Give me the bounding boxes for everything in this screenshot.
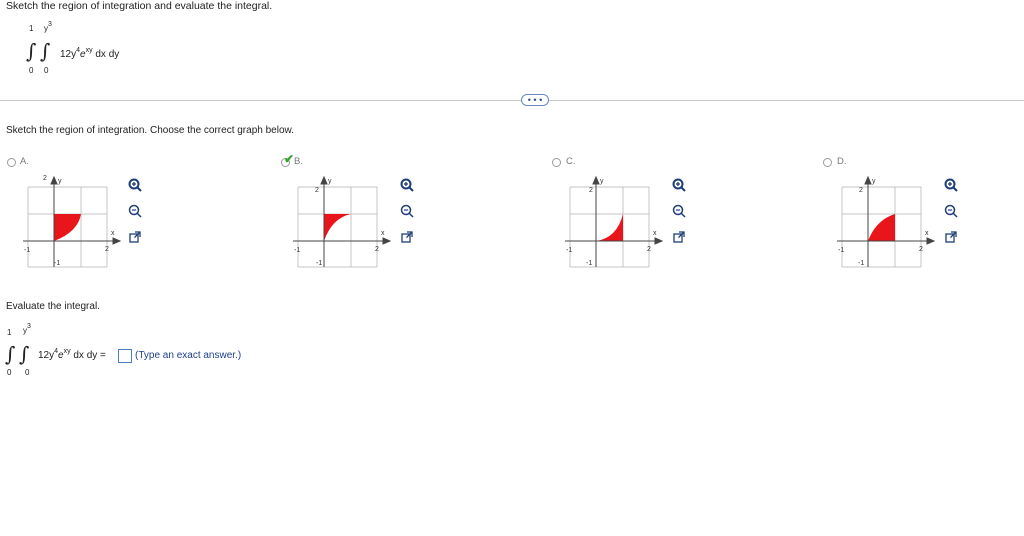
outer-lower-limit: 0 (7, 368, 12, 377)
external-link-icon[interactable] (670, 228, 688, 246)
y-axis-label: y (328, 178, 332, 185)
y-axis-label: y (872, 178, 876, 185)
check-icon: ✔ (284, 152, 295, 166)
neg-x-label: -1 (24, 247, 30, 254)
neg-x-label: -1 (838, 247, 844, 254)
question-integral: 1 y3 ∫ ∫ 0 0 12y4exy dx dy (24, 20, 164, 80)
part1-instruction: Sketch the region of integration. Choose… (6, 125, 294, 136)
option-d-label[interactable]: D. (837, 156, 847, 167)
inner-integral-sign: ∫ (40, 39, 51, 63)
answer-input[interactable] (118, 349, 132, 363)
outer-integral-sign: ∫ (5, 342, 16, 366)
x-tick-label: 2 (375, 246, 379, 253)
outer-integral-sign: ∫ (26, 39, 37, 63)
outer-lower-limit: 0 (29, 66, 34, 75)
option-d-tools (942, 176, 960, 246)
external-link-icon[interactable] (398, 228, 416, 246)
graph-option-c[interactable]: y 2 x 2 -1 -1 (562, 172, 672, 272)
zoom-in-icon[interactable] (942, 176, 960, 194)
inner-integral-sign: ∫ (19, 342, 30, 366)
graph-option-d[interactable]: y 2 x 2 -1 -1 (834, 172, 944, 272)
region-b (324, 214, 351, 241)
section-divider (0, 100, 1024, 101)
outer-upper-limit: 1 (7, 328, 12, 337)
y-axis-label: y (600, 178, 604, 185)
option-b-label[interactable]: B. (294, 156, 303, 167)
zoom-out-icon[interactable] (942, 202, 960, 220)
neg-y-label: -1 (316, 260, 322, 267)
option-c-tools (670, 176, 688, 246)
zoom-in-icon[interactable] (398, 176, 416, 194)
external-link-icon[interactable] (126, 228, 144, 246)
x-axis-label: x (653, 230, 657, 237)
y-tick-label: 2 (315, 187, 319, 194)
integrand: 12y4exy dx dy = (38, 348, 106, 361)
answer-integral: 1 y3 ∫ ∫ 0 0 12y4exy dx dy = (Type an ex… (5, 322, 305, 382)
neg-x-label: -1 (294, 247, 300, 254)
zoom-out-icon[interactable] (126, 202, 144, 220)
option-c-label[interactable]: C. (566, 156, 576, 167)
y-axis-label: y (58, 178, 62, 185)
answer-hint: (Type an exact answer.) (135, 350, 242, 361)
y-tick-label: 2 (43, 175, 47, 182)
x-tick-label: 2 (919, 246, 923, 253)
external-link-icon[interactable] (942, 228, 960, 246)
region-a (54, 214, 81, 241)
x-axis-label: x (381, 230, 385, 237)
graph-option-a[interactable]: y 2 x 2 -1 -1 (20, 172, 130, 272)
zoom-out-icon[interactable] (670, 202, 688, 220)
neg-x-label: -1 (566, 247, 572, 254)
neg-y-label: -1 (858, 260, 864, 267)
inner-lower-limit: 0 (44, 66, 49, 75)
integrand: 12y4exy dx dy (60, 47, 120, 60)
inner-lower-limit: 0 (25, 368, 30, 377)
zoom-in-icon[interactable] (670, 176, 688, 194)
option-a-radio[interactable] (7, 158, 16, 167)
equals-text: dx dy = (73, 350, 106, 361)
more-button[interactable]: • • • (521, 94, 549, 106)
x-axis-label: x (925, 230, 929, 237)
y-tick-label: 2 (589, 187, 593, 194)
graph-option-b[interactable]: y 2 x 2 -1 -1 (290, 172, 400, 272)
inner-upper-limit: y3 (23, 323, 31, 335)
x-tick-label: 2 (647, 246, 651, 253)
x-tick-label: 2 (105, 246, 109, 253)
inner-upper-limit: y3 (44, 21, 52, 33)
neg-y-label: -1 (586, 260, 592, 267)
option-a-tools (126, 176, 144, 246)
option-d-radio[interactable] (823, 158, 832, 167)
region-d (868, 214, 895, 241)
zoom-in-icon[interactable] (126, 176, 144, 194)
option-c-radio[interactable] (552, 158, 561, 167)
x-axis-label: x (111, 230, 115, 237)
option-b-tools (398, 176, 416, 246)
option-a-label[interactable]: A. (20, 156, 29, 167)
zoom-out-icon[interactable] (398, 202, 416, 220)
outer-upper-limit: 1 (29, 24, 34, 33)
y-tick-label: 2 (859, 187, 863, 194)
part2-instruction: Evaluate the integral. (6, 301, 100, 312)
neg-y-label: -1 (54, 260, 60, 267)
region-c (596, 214, 623, 241)
question-title: Sketch the region of integration and eva… (6, 0, 273, 12)
